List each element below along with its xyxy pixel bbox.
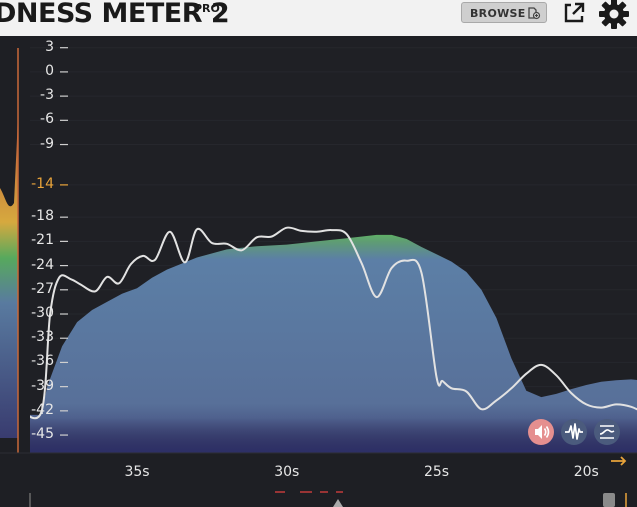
loudness-history-plot: 3 0 -3 -6 -9 -14 -18 -21 -24 -27 -30 -33 -36 -39 -42 -4… <box>0 38 637 507</box>
speaker-icon <box>535 425 550 439</box>
x-tick-label: 25s <box>423 464 450 480</box>
y-tick-label: -24 <box>31 256 54 273</box>
y-tick-label: -42 <box>31 401 54 418</box>
y-tick-label: -14 <box>31 175 54 192</box>
y-tick-label: -30 <box>31 305 54 321</box>
folder-add-icon <box>528 7 541 20</box>
curve-icon <box>599 425 615 439</box>
pro-badge: PRO <box>194 2 220 15</box>
app-header: DNESS METER 2 PRO BROWSE <box>0 0 637 36</box>
y-tick-label: -21 <box>31 232 54 249</box>
browse-button[interactable]: BROWSE <box>461 2 547 23</box>
browse-label: BROWSE <box>470 7 526 20</box>
y-tick-label: 0 <box>45 62 54 79</box>
y-tick-label: -39 <box>31 377 54 394</box>
y-tick-label: -27 <box>31 280 54 297</box>
gear-icon[interactable] <box>598 0 630 30</box>
y-tick-label: -3 <box>40 87 54 104</box>
x-tick-label: 30s <box>274 464 300 480</box>
playhead-marker[interactable] <box>333 499 343 507</box>
speaker-toggle[interactable] <box>528 419 554 445</box>
y-tick-label: -18 <box>31 208 54 225</box>
y-tick-label: -6 <box>40 111 54 128</box>
scrollbar-thumb[interactable] <box>603 493 615 507</box>
y-tick-label: -33 <box>31 329 54 346</box>
waveform-icon <box>565 423 583 440</box>
y-tick-label: -36 <box>31 353 54 370</box>
y-tick-label: -9 <box>40 135 54 152</box>
waveform-toggle[interactable] <box>561 419 587 445</box>
y-tick-label: -45 <box>31 426 54 443</box>
arrow-right-icon[interactable] <box>610 456 628 466</box>
x-tick-label: 20s <box>573 464 599 480</box>
x-tick-label: 35s <box>124 464 150 480</box>
external-link-icon[interactable] <box>562 1 586 25</box>
y-tick-label: 3 <box>45 38 54 55</box>
curve-toggle[interactable] <box>594 419 620 445</box>
